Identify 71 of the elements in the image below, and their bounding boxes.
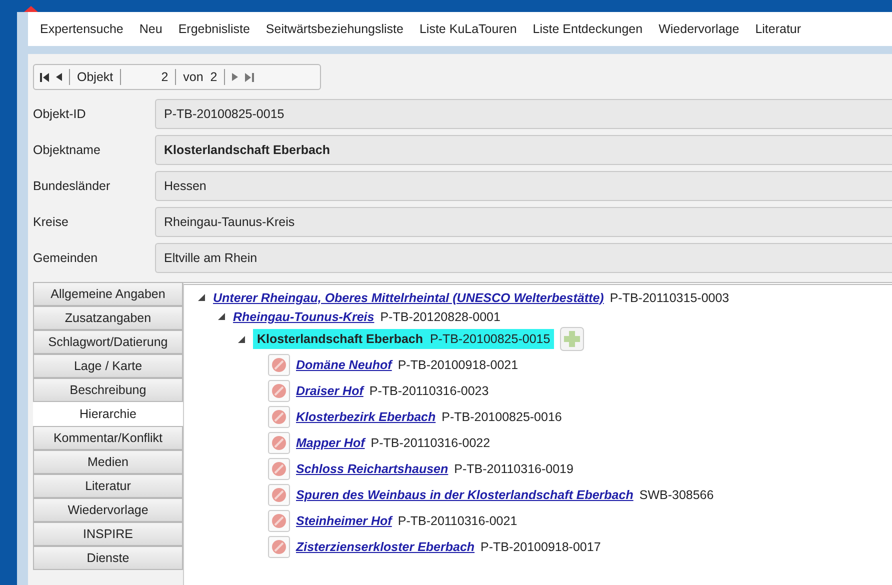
tree-node-link[interactable]: Klosterbezirk Eberbach <box>296 410 436 424</box>
current-tree-node[interactable]: Klosterlandschaft Eberbach P-TB-20100825-0015 <box>253 329 554 349</box>
side-tab[interactable]: Lage / Karte <box>33 354 183 378</box>
add-icon[interactable] <box>560 327 584 351</box>
object-id: P-TB-20100918-0017 <box>480 540 601 554</box>
side-tab[interactable]: INSPIRE <box>33 522 183 546</box>
object-id: P-TB-20110316-0022 <box>370 436 490 450</box>
field-label: Kreise <box>33 215 70 229</box>
menu-item[interactable]: Liste KuLaTouren <box>419 22 517 46</box>
object-id: SWB-308566 <box>639 488 714 502</box>
tree-node-link[interactable]: Spuren des Weinbaus in der Klosterlandschaft Eberbach <box>296 488 634 502</box>
field-value[interactable]: Eltville am Rhein <box>155 243 892 273</box>
remove-icon[interactable] <box>268 458 290 480</box>
remove-icon[interactable] <box>268 380 290 402</box>
object-id: P-TB-20110316-0019 <box>454 462 574 476</box>
menu-item[interactable]: Seitwärtsbeziehungsliste <box>266 22 404 46</box>
expanded-arrow-icon[interactable] <box>198 294 205 301</box>
field-label: Objekt-ID <box>33 107 87 121</box>
tree-node-link[interactable]: Draiser Hof <box>296 384 364 398</box>
side-tab[interactable]: Wiedervorlage <box>33 498 183 522</box>
tree-node-link[interactable]: Steinheimer Hof <box>296 514 392 528</box>
expanded-arrow-icon[interactable] <box>238 336 245 342</box>
side-tab[interactable]: Zusatzangaben <box>33 306 183 330</box>
menu-item[interactable]: Ergebnisliste <box>178 22 250 46</box>
object-id: P-TB-20110316-0023 <box>369 384 489 398</box>
field-value[interactable]: Hessen <box>155 171 892 201</box>
tree-node-link[interactable]: Domäne Neuhof <box>296 358 392 372</box>
remove-icon[interactable] <box>268 484 290 506</box>
record-number-field[interactable]: 2 <box>128 70 168 84</box>
last-record-icon[interactable] <box>245 72 254 82</box>
navigator-label: Objekt <box>77 70 114 84</box>
tree-node-link[interactable]: Schloss Reichartshausen <box>296 462 448 476</box>
side-tab[interactable]: Medien <box>33 450 183 474</box>
field-label: Gemeinden <box>33 251 99 265</box>
remove-icon[interactable] <box>268 510 290 532</box>
tree-node-link[interactable]: Mapper Hof <box>296 436 365 450</box>
tree-node-link[interactable]: Zisterzienserkloster Eberbach <box>296 540 475 554</box>
remove-icon[interactable] <box>268 354 290 376</box>
menu-item[interactable]: Liste Entdeckungen <box>532 22 643 46</box>
first-record-icon[interactable] <box>40 72 49 82</box>
next-record-icon[interactable] <box>232 73 238 81</box>
remove-icon[interactable] <box>268 406 290 428</box>
tree-node-link[interactable]: Rheingau-Tounus-Kreis <box>233 310 374 324</box>
menu-item[interactable]: Literatur <box>755 22 802 46</box>
object-id: P-TB-20100825-0016 <box>442 410 562 424</box>
object-id: P-TB-20110316-0021 <box>398 514 518 528</box>
field-value[interactable]: P-TB-20100825-0015 <box>155 99 892 129</box>
object-id: P-TB-20120828-0001 <box>380 310 500 324</box>
field-value[interactable]: Rheingau-Taunus-Kreis <box>155 207 892 237</box>
side-tab[interactable]: Beschreibung <box>33 378 183 402</box>
menu-item[interactable]: Neu <box>139 22 162 46</box>
side-tab[interactable]: Hierarchie <box>33 402 183 426</box>
record-total: 2 <box>210 70 218 84</box>
tree-node-link[interactable]: Unterer Rheingau, Oberes Mittelrheintal (UNESCO Welterbestätte) <box>213 290 604 304</box>
remove-icon[interactable] <box>268 432 290 454</box>
menu-item[interactable]: Wiedervorlage <box>658 22 740 46</box>
of-label: von <box>183 70 204 84</box>
remove-icon[interactable] <box>268 536 290 558</box>
previous-record-icon[interactable] <box>56 73 62 81</box>
field-value[interactable]: Klosterlandschaft Eberbach <box>155 135 892 165</box>
side-tab[interactable]: Schlagwort/Datierung <box>33 330 183 354</box>
side-tab[interactable]: Dienste <box>33 546 183 570</box>
side-tab[interactable]: Kommentar/Konflikt <box>33 426 183 450</box>
field-label: Bundesländer <box>33 179 112 193</box>
menu-item[interactable]: Expertensuche <box>40 22 124 46</box>
side-tab[interactable]: Literatur <box>33 474 183 498</box>
field-label: Objektname <box>33 143 102 157</box>
side-tab[interactable]: Allgemeine Angaben <box>33 282 183 306</box>
object-id: P-TB-20100918-0021 <box>398 358 518 372</box>
expanded-arrow-icon[interactable] <box>218 313 225 320</box>
object-id: P-TB-20110315-0003 <box>610 290 730 304</box>
